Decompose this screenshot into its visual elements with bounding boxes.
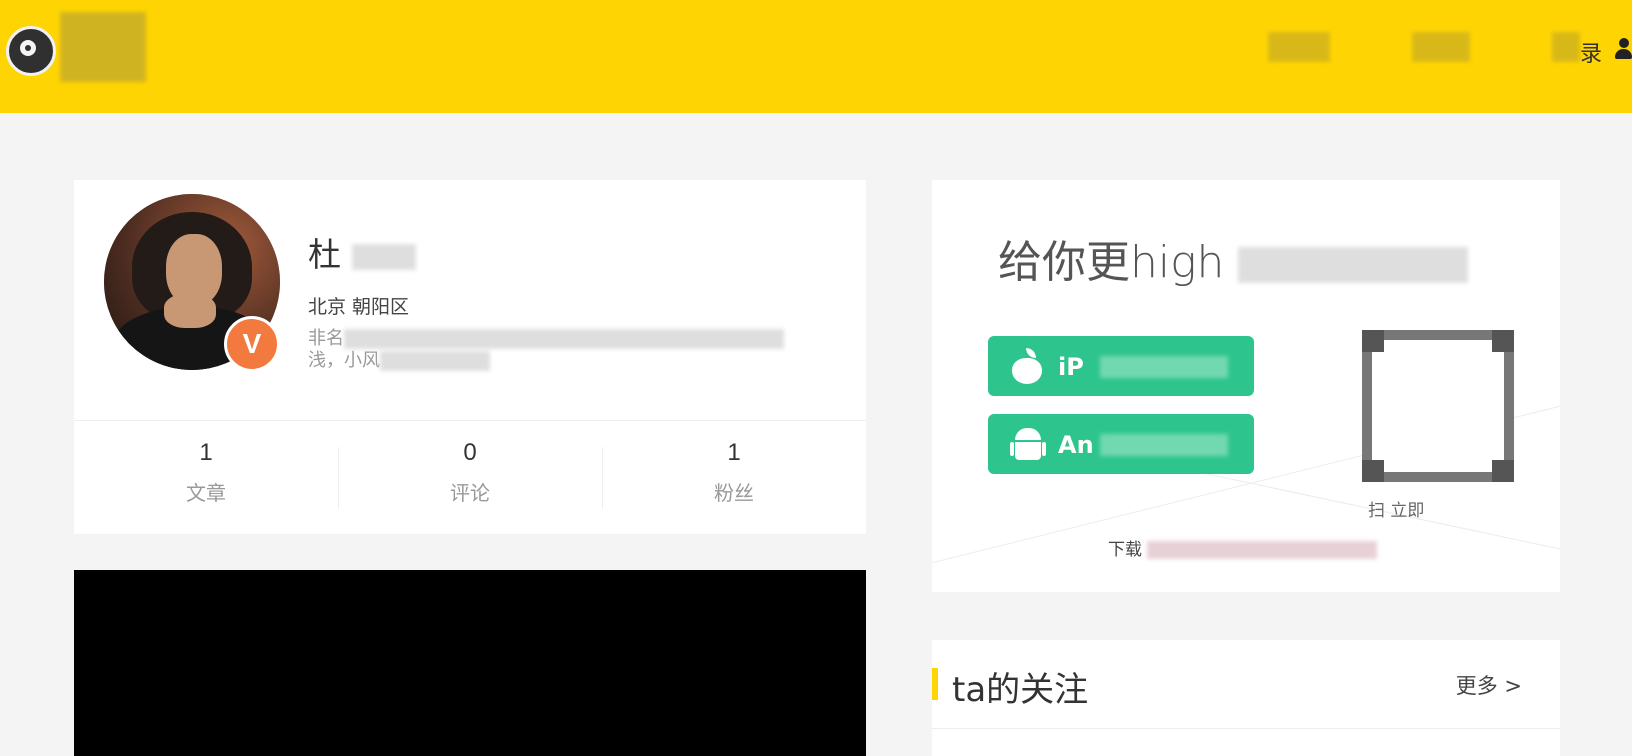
app-download-card: 给你更high iP An 扫 立即 下载 [932,180,1560,592]
following-more-link[interactable]: 更多 > [1456,670,1522,700]
stat-fans-label: 粉丝 [714,481,754,505]
stat-comments-label: 评论 [450,481,490,505]
profile-card: V 杜 北京 朝阳区 非名 浅，小风 1 文章 0 评论 1 粉丝 [74,180,866,534]
download-note: 下载 [1108,535,1378,560]
nav-item-2-redacted[interactable] [1412,32,1470,62]
divider [932,728,1560,729]
profile-name: 杜 [308,228,416,276]
apple-icon [1010,348,1046,384]
app-slogan-visible: 给你更high [998,237,1225,288]
site-name-redacted[interactable] [60,12,146,82]
user-icon[interactable] [1615,38,1632,60]
download-note-visible: 下载 [1108,540,1142,560]
ios-download-button[interactable]: iP [988,336,1254,396]
nav-item-1-redacted[interactable] [1268,32,1330,62]
site-logo[interactable] [4,18,58,76]
stat-articles-label: 文章 [186,481,226,505]
bio-line-2: 浅，小风 [308,350,380,371]
app-slogan: 给你更high [998,226,1469,290]
android-icon [1010,426,1046,462]
verified-v-icon: V [224,316,280,372]
android-download-label: An [1058,431,1094,459]
profile-bio: 非名 浅，小风 [308,328,808,372]
bio-line-1: 非名 [308,328,344,349]
stat-articles-count: 1 [199,439,213,466]
nav-item-3-redacted[interactable] [1552,32,1580,62]
following-card: ta的关注 更多 > [932,640,1560,756]
android-download-button[interactable]: An [988,414,1254,474]
profile-name-visible: 杜 [308,235,341,274]
video-player[interactable] [74,570,866,756]
login-link[interactable]: 录 [1580,36,1602,68]
profile-location: 北京 朝阳区 [308,296,410,318]
ios-download-label: iP [1058,353,1084,381]
profile-stats: 1 文章 0 评论 1 粉丝 [74,420,866,535]
section-accent-bar [932,668,938,700]
stat-comments-count: 0 [463,439,477,466]
qr-caption: 扫 立即 [1368,501,1425,521]
top-bar: 录 [0,0,1632,113]
qr-code [1362,330,1514,482]
following-title: ta的关注 [952,670,1089,710]
stat-fans-count: 1 [727,439,741,466]
stat-fans[interactable]: 1 粉丝 [602,421,866,535]
stat-articles[interactable]: 1 文章 [74,421,338,535]
stat-comments[interactable]: 0 评论 [338,421,602,535]
